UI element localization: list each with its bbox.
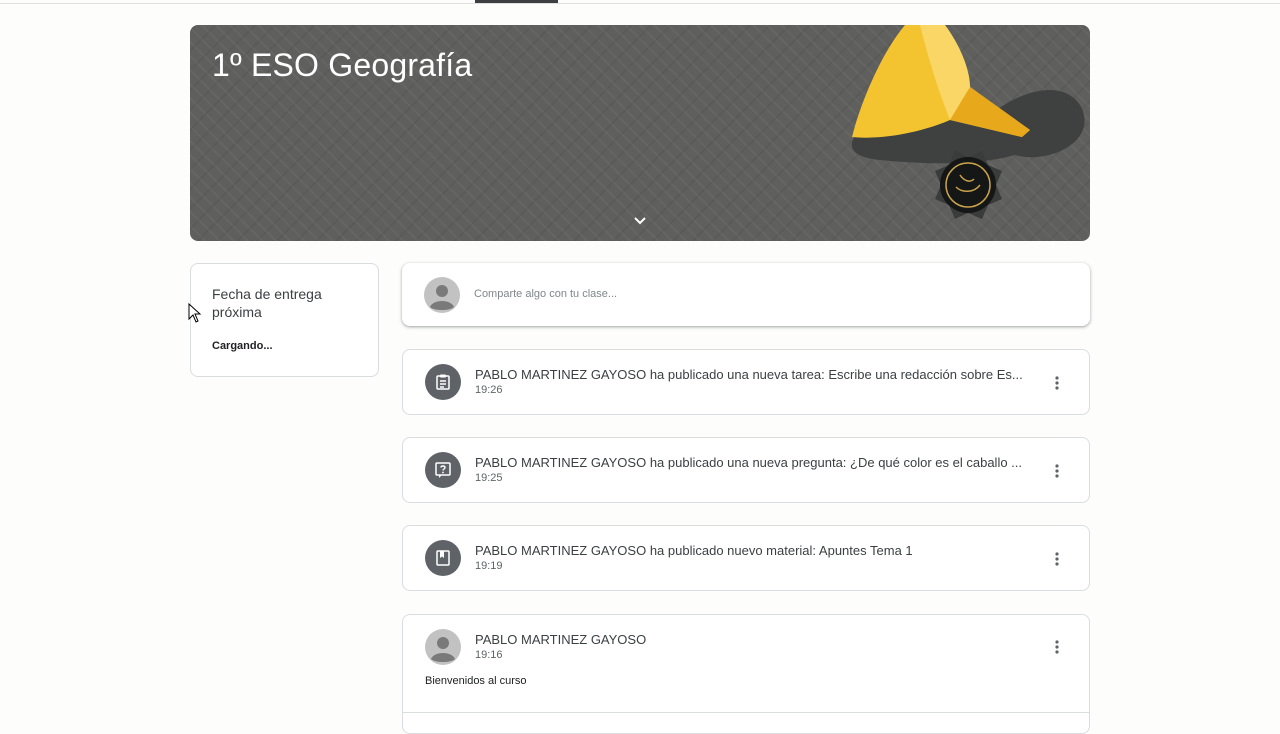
- more-vert-icon: [1055, 376, 1059, 390]
- assignment-icon: [425, 364, 461, 400]
- stream-item-time: 19:19: [475, 560, 503, 572]
- stream-item-time: 19:25: [475, 472, 503, 484]
- class-banner: 1º ESO Geografía: [190, 25, 1090, 241]
- chevron-down-icon: [634, 217, 646, 225]
- upcoming-status: Cargando...: [212, 340, 273, 352]
- stream-item[interactable]: PABLO MARTINEZ GAYOSO ha publicado nuevo…: [402, 525, 1090, 591]
- stream-item-title[interactable]: PABLO MARTINEZ GAYOSO ha publicado una n…: [475, 367, 1031, 382]
- stream-item-title[interactable]: PABLO MARTINEZ GAYOSO ha publicado una n…: [475, 455, 1031, 470]
- announcement-card: PABLO MARTINEZ GAYOSO 19:16 Bienvenidos …: [402, 614, 1090, 734]
- avatar: [424, 277, 460, 313]
- more-options-button[interactable]: [1047, 637, 1067, 657]
- question-icon: [425, 452, 461, 488]
- more-vert-icon: [1055, 464, 1059, 478]
- stream-item-title[interactable]: PABLO MARTINEZ GAYOSO ha publicado nuevo…: [475, 543, 1031, 558]
- announcement-body: Bienvenidos al curso: [425, 675, 527, 687]
- stream-item[interactable]: PABLO MARTINEZ GAYOSO ha publicado una n…: [402, 437, 1090, 503]
- material-icon: [425, 540, 461, 576]
- upcoming-card: Fecha de entrega próxima Cargando...: [190, 263, 379, 377]
- stream-item[interactable]: PABLO MARTINEZ GAYOSO ha publicado una n…: [402, 349, 1090, 415]
- more-vert-icon: [1055, 552, 1059, 566]
- share-with-class-box[interactable]: Comparte algo con tu clase...: [402, 263, 1090, 326]
- upcoming-title: Fecha de entrega próxima: [212, 286, 322, 320]
- more-options-button[interactable]: [1047, 549, 1067, 569]
- stream-item-time: 19:26: [475, 384, 503, 396]
- active-tab-indicator: [475, 0, 558, 3]
- announcement-time: 19:16: [475, 649, 503, 661]
- mouse-cursor-icon: [188, 303, 202, 323]
- top-bar-divider: [0, 0, 1280, 4]
- share-input-placeholder[interactable]: Comparte algo con tu clase...: [474, 288, 617, 300]
- more-vert-icon: [1055, 640, 1059, 654]
- announcement-author: PABLO MARTINEZ GAYOSO: [475, 632, 647, 647]
- avatar: [425, 629, 461, 665]
- divider: [403, 712, 1089, 713]
- more-options-button[interactable]: [1047, 373, 1067, 393]
- more-options-button[interactable]: [1047, 461, 1067, 481]
- class-title: 1º ESO Geografía: [212, 47, 473, 83]
- expand-banner-button[interactable]: [626, 207, 654, 235]
- banner-illustration: [851, 25, 1085, 219]
